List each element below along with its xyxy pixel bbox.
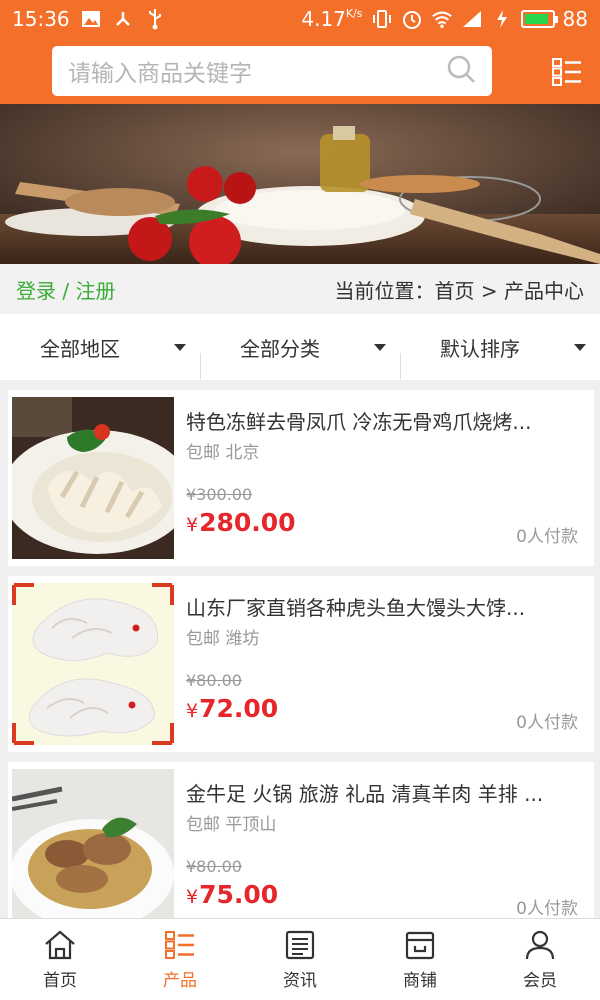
paid-count: 0人付款: [516, 713, 578, 733]
banner-image[interactable]: [0, 104, 600, 264]
status-bar: 15:36 4.17K/s 88: [0, 0, 600, 38]
nav-home[interactable]: 首页: [0, 919, 120, 1000]
original-price: ¥80.00: [186, 671, 242, 690]
paid-count: 0人付款: [516, 899, 578, 918]
breadcrumb-home[interactable]: 首页: [435, 279, 475, 303]
product-title[interactable]: 特色冻鲜去骨凤爪 冷冻无骨鸡爪烧烤...: [186, 406, 582, 435]
shop-icon: [405, 931, 435, 960]
dropdown-arrow-icon: [574, 344, 586, 351]
product-image[interactable]: [12, 397, 174, 559]
product-image[interactable]: [12, 583, 174, 745]
product-card[interactable]: 山东厂家直销各种虎头鱼大馒头大饽... 包邮 潍坊 ¥80.00 ¥72.00 …: [8, 576, 594, 752]
share-icon: [112, 8, 134, 30]
original-price: ¥300.00: [186, 485, 253, 504]
news-icon: [285, 930, 315, 960]
product-list: 特色冻鲜去骨凤爪 冷冻无骨鸡爪烧烤... 包邮 北京 ¥300.00 ¥280.…: [0, 380, 600, 918]
product-location: 包邮 北京: [186, 443, 260, 463]
dropdown-arrow-icon: [374, 344, 386, 351]
status-time: 15:36: [12, 7, 70, 31]
battery-icon: [520, 10, 558, 28]
charging-icon: [491, 8, 513, 30]
breadcrumb-current: 产品中心: [504, 278, 584, 303]
filter-bar: 全部地区 全部分类 默认排序: [0, 314, 600, 380]
nav-shops[interactable]: 商铺: [360, 919, 480, 1000]
usb-icon: [144, 8, 166, 30]
search-input[interactable]: 请输入商品关键字: [52, 46, 492, 96]
signal-icon: [461, 8, 483, 30]
current-location: 当前位置：首页 > 产品中心: [334, 278, 584, 303]
product-title[interactable]: 金牛足 火锅 旅游 礼品 清真羊肉 羊排 ...: [186, 778, 582, 807]
sale-price: ¥72.00: [186, 694, 279, 723]
product-title[interactable]: 山东厂家直销各种虎头鱼大馒头大饽...: [186, 592, 582, 621]
product-image[interactable]: [12, 769, 174, 918]
header: 请输入商品关键字: [0, 38, 600, 104]
product-location: 包邮 潍坊: [186, 629, 260, 649]
paid-count: 0人付款: [516, 527, 578, 547]
filter-region[interactable]: 全部地区: [0, 333, 200, 362]
filter-category[interactable]: 全部分类: [200, 333, 400, 379]
bottom-nav: 首页 产品 资讯 商铺 会员: [0, 918, 600, 1000]
battery-level: [524, 14, 548, 24]
image-icon: [80, 8, 102, 30]
alarm-icon: [401, 8, 423, 30]
nav-member[interactable]: 会员: [480, 919, 600, 1000]
original-price: ¥80.00: [186, 857, 242, 876]
filter-sort[interactable]: 默认排序: [400, 333, 600, 379]
product-list-icon: [165, 931, 194, 959]
breadcrumb: 登录 / 注册 当前位置：首页 > 产品中心: [0, 264, 600, 314]
dropdown-arrow-icon: [174, 344, 186, 351]
search-icon[interactable]: [446, 54, 476, 88]
network-speed: 4.17K/s: [301, 7, 363, 31]
wifi-icon: [431, 8, 453, 30]
nav-news[interactable]: 资讯: [240, 919, 360, 1000]
sale-price: ¥280.00: [186, 508, 296, 537]
home-icon: [45, 930, 75, 960]
product-card[interactable]: 金牛足 火锅 旅游 礼品 清真羊肉 羊排 ... 包邮 平顶山 ¥80.00 ¥…: [8, 762, 594, 918]
user-icon: [525, 930, 555, 960]
battery-percent: 88: [562, 7, 588, 31]
login-register-link[interactable]: 登录 / 注册: [16, 275, 115, 304]
category-menu-icon[interactable]: [552, 58, 582, 86]
product-location: 包邮 平顶山: [186, 815, 277, 835]
search-placeholder: 请输入商品关键字: [68, 61, 252, 87]
product-card[interactable]: 特色冻鲜去骨凤爪 冷冻无骨鸡爪烧烤... 包邮 北京 ¥300.00 ¥280.…: [8, 390, 594, 566]
nav-products[interactable]: 产品: [120, 919, 240, 1000]
vibrate-icon: [371, 8, 393, 30]
sale-price: ¥75.00: [186, 880, 279, 909]
